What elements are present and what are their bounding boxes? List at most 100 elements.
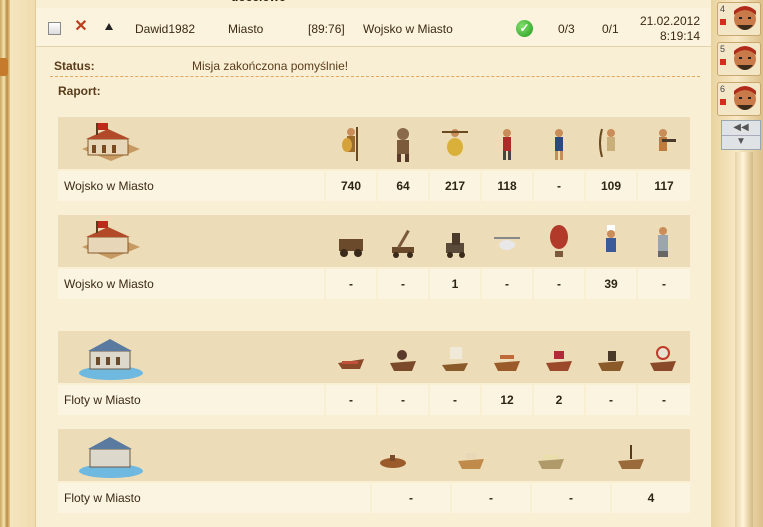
army-data-row: Wojsko w Miasto - - 1 - - 39 -: [58, 269, 690, 299]
army-icon-band: [58, 117, 690, 169]
report-label: Raport:: [58, 84, 101, 98]
column-header-clipped: docelowe: [231, 0, 286, 4]
unit-count: 12: [482, 385, 532, 415]
fire-ship-icon: [390, 350, 416, 371]
sidebar-nav: ◀◀ ▼: [721, 120, 761, 150]
archer-icon: [599, 128, 615, 158]
message-date: 21.02.2012: [639, 14, 700, 28]
message-panel: docelowe ✕ Dawid1982 Miasto [89:76] Wojs…: [35, 0, 713, 527]
mortar-icon: [446, 233, 465, 258]
catapult-icon: [392, 229, 414, 258]
unit-count: 118: [482, 171, 532, 201]
unit-count: 39: [586, 269, 636, 299]
spearman-icon: [442, 129, 468, 156]
message-subject[interactable]: Wojsko w Miasto: [363, 22, 453, 36]
cook-icon: [606, 225, 616, 252]
ballista-ship-icon: [494, 355, 520, 371]
table-name: Wojsko w Miasto: [58, 171, 324, 201]
ram-ship-icon: [338, 359, 364, 369]
slinger-icon: [555, 129, 563, 160]
submarine-icon: [380, 455, 406, 468]
unit-count: 217: [430, 171, 480, 201]
unit-count: 1: [430, 269, 480, 299]
right-sidebar: 4 5 6 ◀◀ ▼: [711, 0, 763, 527]
unit-count: -: [482, 269, 532, 299]
unit-count: 2: [534, 385, 584, 415]
town-building-icon: [82, 221, 140, 259]
fleet-icon-band: [58, 331, 690, 383]
status-text: Misja zakończona pomyślnie!: [192, 59, 349, 73]
swordsman-icon: [503, 129, 511, 160]
expand-triangle-icon[interactable]: [105, 23, 113, 30]
town-building-icon: [82, 123, 140, 161]
unit-count: -: [638, 385, 690, 415]
message-datetime: 21.02.2012 8:19:14: [634, 14, 700, 44]
unit-count: -: [326, 269, 376, 299]
unit-count: -: [378, 385, 428, 415]
unit-count: -: [534, 171, 584, 201]
unit-count: -: [452, 483, 530, 513]
unit-count: 4: [612, 483, 690, 513]
scroll-down-button[interactable]: ▼: [722, 135, 760, 149]
unit-count: -: [532, 483, 610, 513]
table-name: Floty w Miasto: [58, 385, 324, 415]
flag-icon: [720, 19, 726, 25]
player-link[interactable]: Dawid1982: [135, 22, 195, 36]
status-row: Status: Misja zakończona pomyślnie!: [50, 56, 700, 77]
mortar-ship-icon: [598, 351, 624, 371]
success-check-icon: ✓: [516, 20, 533, 37]
army-icon-band: [58, 215, 690, 267]
advisor-slot[interactable]: 6: [717, 82, 761, 116]
unit-count: -: [534, 269, 584, 299]
city-name: Miasto: [228, 22, 264, 36]
message-time: 8:19:14: [659, 29, 700, 43]
slot-number: 6: [720, 84, 726, 94]
army-data-row: Wojsko w Miasto 740 64 217 118 - 109 117: [58, 171, 690, 201]
fleet-data-row: Floty w Miasto - - - 12 2 - -: [58, 385, 690, 415]
unit-count: -: [430, 385, 480, 415]
tender-icon: [458, 453, 484, 469]
hoplite-icon: [342, 127, 358, 161]
unit-count: -: [638, 269, 690, 299]
gunner-icon: [659, 129, 676, 151]
catapult-ship-icon: [546, 351, 572, 371]
coords-link[interactable]: [89:76]: [308, 22, 345, 36]
flag-icon: [720, 99, 726, 105]
collapse-left-button[interactable]: ◀◀: [722, 121, 760, 136]
fleet-icon-band: [58, 429, 690, 481]
count-a: 0/3: [558, 22, 575, 36]
gyrocopter-icon: [494, 237, 520, 250]
doctor-icon: [658, 227, 668, 257]
unit-count: -: [372, 483, 450, 513]
advisor-slot[interactable]: 4: [717, 2, 761, 36]
advisor-avatar-icon: [734, 6, 756, 30]
fleet-data-row: Floty w Miasto - - - 4: [58, 483, 690, 513]
advisor-avatar-icon: [734, 46, 756, 70]
message-checkbox[interactable]: [48, 22, 61, 35]
left-gutter: [10, 0, 36, 527]
table-name: Floty w Miasto: [58, 483, 370, 513]
unit-count: 117: [638, 171, 690, 201]
flag-icon: [720, 59, 726, 65]
decorative-pillar: [735, 152, 753, 527]
status-label: Status:: [54, 59, 95, 73]
balloon-carrier-icon: [538, 455, 564, 469]
paddle-speedboat-icon: [618, 445, 644, 469]
left-frame-tab[interactable]: [0, 58, 8, 76]
count-b: 0/1: [602, 22, 619, 36]
unit-count: -: [586, 385, 636, 415]
unit-count: -: [326, 385, 376, 415]
message-row[interactable]: ✕ Dawid1982 Miasto [89:76] Wojsko w Mias…: [36, 8, 712, 47]
balloon-bomber-icon: [550, 225, 568, 257]
unit-count: 109: [586, 171, 636, 201]
unit-count: 740: [326, 171, 376, 201]
attack-icon: ✕: [74, 18, 88, 35]
slot-number: 4: [720, 4, 726, 14]
table-name: Wojsko w Miasto: [58, 269, 324, 299]
rocket-ship-icon: [650, 346, 676, 371]
unit-count: -: [378, 269, 428, 299]
ram-icon: [339, 239, 363, 257]
unit-count: 64: [378, 171, 428, 201]
port-building-icon: [79, 339, 143, 380]
advisor-slot[interactable]: 5: [717, 42, 761, 76]
